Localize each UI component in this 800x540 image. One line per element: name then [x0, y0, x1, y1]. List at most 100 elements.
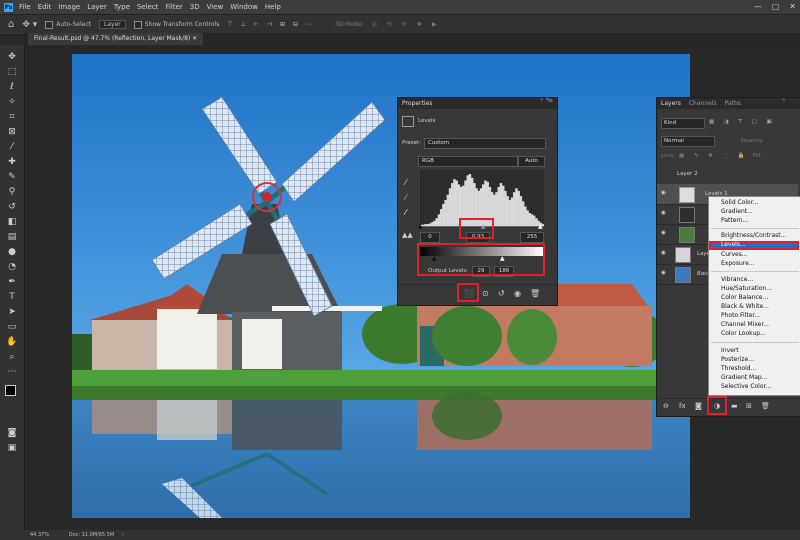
menu-curves[interactable]: Curves...	[721, 251, 748, 258]
menu-selective-color[interactable]: Selective Color...	[721, 383, 771, 390]
input-white-slider[interactable]: ▲	[538, 223, 543, 230]
home-icon[interactable]: ⌂	[8, 19, 14, 30]
menu-invert[interactable]: Invert	[721, 347, 739, 354]
menu-view[interactable]: View	[207, 3, 224, 11]
foreground-color-swatch[interactable]	[5, 385, 16, 396]
collapse-icon[interactable]: « ✕	[540, 97, 550, 103]
eraser-tool-icon[interactable]: ◧	[6, 216, 18, 228]
more-tools-icon[interactable]: ⋯	[6, 366, 18, 378]
delete-layer-icon[interactable]: 🗑	[761, 402, 770, 410]
stamp-tool-icon[interactable]: ⚲	[6, 186, 18, 198]
path-select-icon[interactable]: ➤	[6, 306, 18, 318]
channel-dropdown[interactable]: RGB	[418, 156, 518, 167]
screen-mode-icon[interactable]: ▣	[6, 442, 18, 454]
magic-wand-icon[interactable]: ✧	[6, 96, 18, 108]
menu-file[interactable]: File	[19, 3, 31, 11]
menu-edit[interactable]: Edit	[38, 3, 52, 11]
menu-color-balance[interactable]: Color Balance...	[721, 294, 768, 301]
history-brush-icon[interactable]: ↺	[6, 201, 18, 213]
close-tab-icon[interactable]: ✕	[192, 35, 197, 42]
move-tool-icon[interactable]: ✥	[6, 51, 18, 63]
view-previous-icon[interactable]: ⊙	[482, 289, 489, 298]
healing-brush-icon[interactable]: ✚	[6, 156, 18, 168]
minimize-icon[interactable]: —	[754, 2, 762, 11]
menu-exposure[interactable]: Exposure...	[721, 260, 755, 267]
menu-vibrance[interactable]: Vibrance...	[721, 276, 753, 283]
pen-tool-icon[interactable]: ✒	[6, 276, 18, 288]
menu-filter[interactable]: Filter	[165, 3, 182, 11]
auto-select-checkbox[interactable]: Auto-Select	[45, 20, 91, 29]
document-tab[interactable]: Final-Result.psd @ 47.7% (Reflection, La…	[28, 33, 204, 45]
lock-icons[interactable]: ▦ ✎ ✥ ⬚ 🔒	[679, 153, 748, 159]
menu-gradient-map[interactable]: Gradient Map...	[721, 374, 767, 381]
filter-icons[interactable]: ▦ ◑ T ▢ ▣	[709, 119, 776, 125]
tab-layers[interactable]: Layers	[661, 98, 681, 109]
visibility-icon[interactable]: ◉	[514, 289, 521, 298]
layers-collapse-icon[interactable]: «	[782, 97, 785, 103]
zoom-tool-icon[interactable]: ⌕	[6, 351, 18, 363]
menu-gradient[interactable]: Gradient...	[721, 208, 753, 215]
menu-hue-saturation[interactable]: Hue/Saturation...	[721, 285, 772, 292]
visibility-eye-icon[interactable]: ◉	[661, 190, 666, 196]
delete-icon[interactable]: 🗑	[530, 289, 540, 298]
auto-button[interactable]: Auto	[518, 156, 545, 167]
menu-solid-color[interactable]: Solid Color...	[721, 199, 758, 206]
maximize-icon[interactable]: ▢	[772, 2, 780, 11]
menu-help[interactable]: Help	[265, 3, 281, 11]
menu-posterize[interactable]: Posterize...	[721, 356, 754, 363]
auto-select-target-dropdown[interactable]: Layer	[99, 20, 126, 29]
brush-tool-icon[interactable]: ✎	[6, 171, 18, 183]
new-group-icon[interactable]: ▬	[731, 402, 738, 410]
move-tool-icon[interactable]: ✥ ▾	[22, 20, 37, 30]
blend-mode-dropdown[interactable]: Normal	[661, 136, 715, 147]
close-icon[interactable]: ✕	[789, 2, 796, 11]
black-eyedropper-icon[interactable]: ⁄	[405, 178, 406, 187]
menu-color-lookup[interactable]: Color Lookup...	[721, 330, 766, 337]
marquee-tool-icon[interactable]: ⬚	[6, 66, 18, 78]
frame-tool-icon[interactable]: ⊠	[6, 126, 18, 138]
menu-black-white[interactable]: Black & White...	[721, 303, 769, 310]
3d-icons[interactable]: ◎ ⟲ ✛ ❖ ▶	[372, 21, 441, 28]
visibility-eye-icon[interactable]: ◉	[661, 210, 666, 216]
zoom-level[interactable]: 44.37%	[30, 532, 49, 538]
input-white-field[interactable]: 255	[520, 232, 544, 243]
tab-paths[interactable]: Paths	[725, 98, 741, 109]
dodge-tool-icon[interactable]: ◔	[6, 261, 18, 273]
status-arrow-icon[interactable]: ›	[122, 532, 124, 538]
input-black-field[interactable]: 0	[420, 232, 440, 243]
preset-dropdown[interactable]: Custom	[424, 138, 546, 149]
menu-levels[interactable]: Levels...	[721, 241, 746, 248]
gradient-tool-icon[interactable]: ▤	[6, 231, 18, 243]
gray-eyedropper-icon[interactable]: ⁄	[405, 193, 406, 202]
new-layer-icon[interactable]: ⊞	[746, 402, 752, 410]
rectangle-tool-icon[interactable]: ▭	[6, 321, 18, 333]
lasso-tool-icon[interactable]: ℓ	[6, 81, 18, 93]
eyedropper-icon[interactable]: ⁄	[6, 141, 18, 153]
document-canvas[interactable]	[72, 54, 690, 518]
visibility-eye-icon[interactable]: ◉	[661, 250, 666, 256]
crop-tool-icon[interactable]: ⌗	[6, 111, 18, 123]
visibility-eye-icon[interactable]: ◉	[661, 230, 666, 236]
menu-channel-mixer[interactable]: Channel Mixer...	[721, 321, 769, 328]
filter-kind-dropdown[interactable]: Kind	[661, 118, 705, 129]
menu-image[interactable]: Image	[58, 3, 80, 11]
panel-menu-icon[interactable]: ≡	[402, 98, 553, 104]
input-black-slider[interactable]: ▲	[418, 223, 423, 230]
menu-select[interactable]: Select	[137, 3, 159, 11]
menu-threshold[interactable]: Threshold...	[721, 365, 756, 372]
menu-brightness-contrast[interactable]: Brightness/Contrast...	[721, 232, 786, 239]
add-mask-icon[interactable]: ◙	[695, 402, 702, 410]
reset-icon[interactable]: ↺	[498, 289, 505, 298]
menu-pattern[interactable]: Pattern...	[721, 217, 748, 224]
menu-layer[interactable]: Layer	[87, 3, 107, 11]
tab-channels[interactable]: Channels	[689, 98, 717, 109]
layer-row[interactable]: Layer 2	[657, 164, 798, 185]
show-transform-checkbox[interactable]: Show Transform Controls	[133, 20, 219, 29]
hand-tool-icon[interactable]: ✋	[6, 336, 18, 348]
menu-window[interactable]: Window	[230, 3, 258, 11]
menu-3d[interactable]: 3D	[190, 3, 200, 11]
visibility-eye-icon[interactable]: ◉	[661, 270, 666, 276]
link-layers-icon[interactable]: ⊖	[663, 402, 669, 410]
menu-photo-filter[interactable]: Photo Filter...	[721, 312, 760, 319]
white-eyedropper-icon[interactable]: ⁄	[405, 208, 406, 217]
